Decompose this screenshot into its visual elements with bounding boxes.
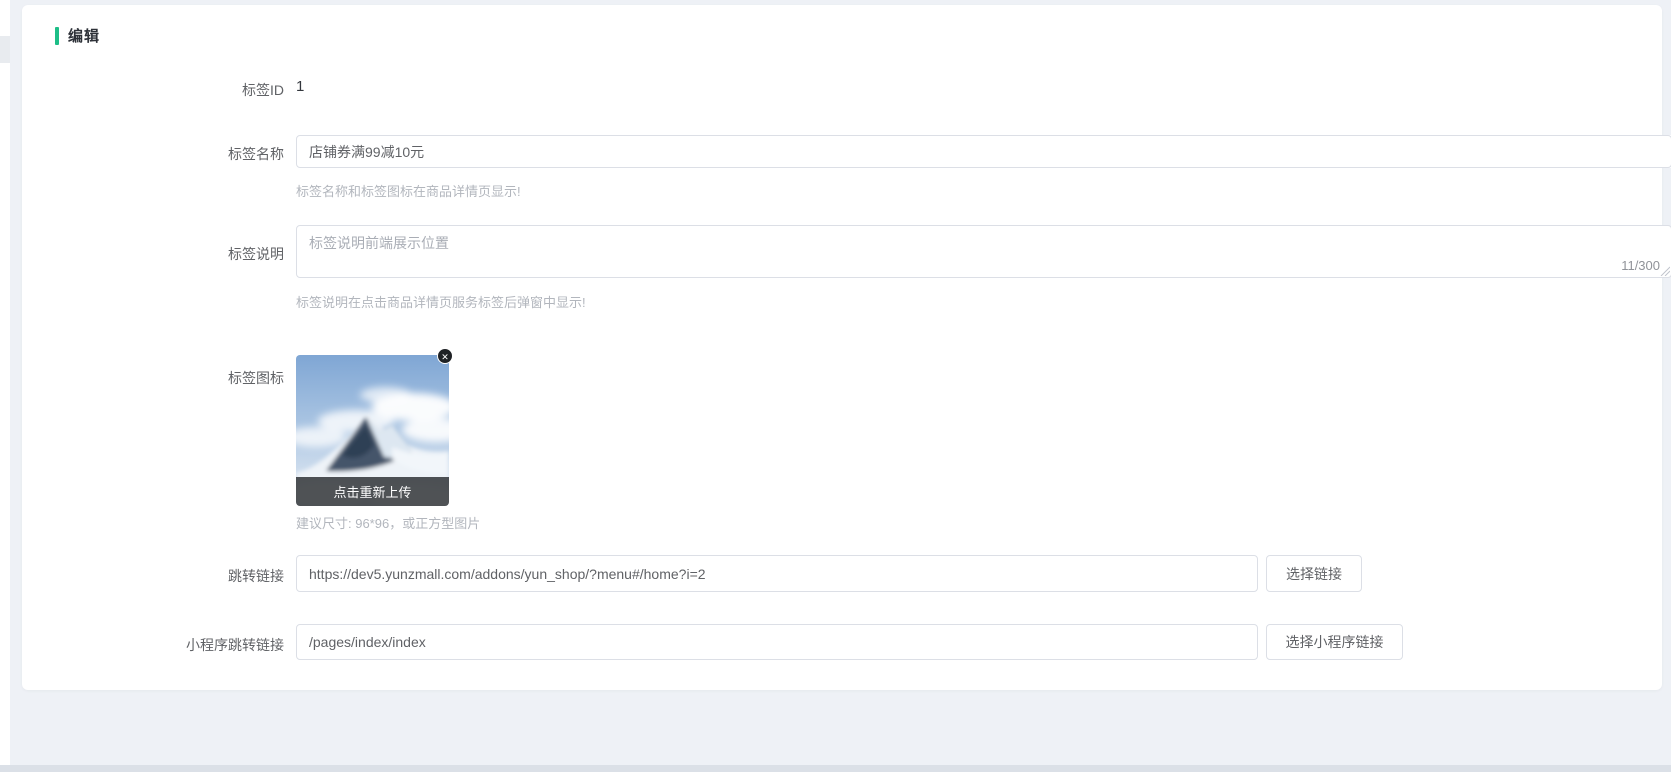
tag-desc-label: 标签说明: [62, 244, 284, 264]
mini-link-field-wrap: [296, 624, 1258, 660]
mini-link-input[interactable]: [296, 624, 1258, 660]
page-title: 编辑: [68, 25, 100, 46]
page: 编辑 标签ID 1 标签名称 标签名称和标签图标在商品详情页显示! 标签说明 标…: [0, 0, 1671, 772]
bottom-scrollbar-track[interactable]: [0, 765, 1671, 772]
edit-card: 编辑 标签ID 1 标签名称 标签名称和标签图标在商品详情页显示! 标签说明 标…: [22, 5, 1662, 690]
tag-desc-field-wrap: 标签说明前端展示位置 11/300: [296, 225, 1671, 278]
collapsed-sidebar[interactable]: [0, 0, 10, 765]
tag-id-value: 1: [296, 78, 304, 95]
select-mini-link-button[interactable]: 选择小程序链接: [1266, 624, 1403, 660]
tag-id-label: 标签ID: [62, 80, 284, 100]
jump-link-field-wrap: [296, 555, 1258, 592]
tag-icon-image[interactable]: 点击重新上传: [296, 355, 449, 506]
tag-desc-textarea[interactable]: 标签说明前端展示位置: [296, 225, 1671, 278]
char-counter: 11/300: [1621, 258, 1660, 273]
accent-bar: [55, 27, 59, 45]
jump-link-input[interactable]: [296, 555, 1258, 592]
tag-name-label: 标签名称: [62, 144, 284, 164]
close-icon[interactable]: ✕: [437, 348, 453, 364]
reupload-button[interactable]: 点击重新上传: [296, 477, 449, 506]
tag-desc-help: 标签说明在点击商品详情页服务标签后弹窗中显示!: [296, 292, 586, 311]
tag-name-help: 标签名称和标签图标在商品详情页显示!: [296, 181, 521, 200]
jump-link-label: 跳转链接: [62, 566, 284, 586]
tag-name-input[interactable]: [296, 135, 1671, 168]
mini-link-label: 小程序跳转链接: [62, 635, 284, 655]
tag-name-field-wrap: [296, 135, 1671, 168]
tag-icon-label: 标签图标: [62, 368, 284, 388]
tag-icon-uploader: 点击重新上传 ✕: [296, 355, 449, 506]
select-link-button[interactable]: 选择链接: [1266, 555, 1362, 592]
sidebar-active-item[interactable]: [0, 36, 10, 63]
section-header: 编辑: [55, 25, 100, 46]
tag-icon-help: 建议尺寸: 96*96，或正方型图片: [296, 513, 480, 532]
